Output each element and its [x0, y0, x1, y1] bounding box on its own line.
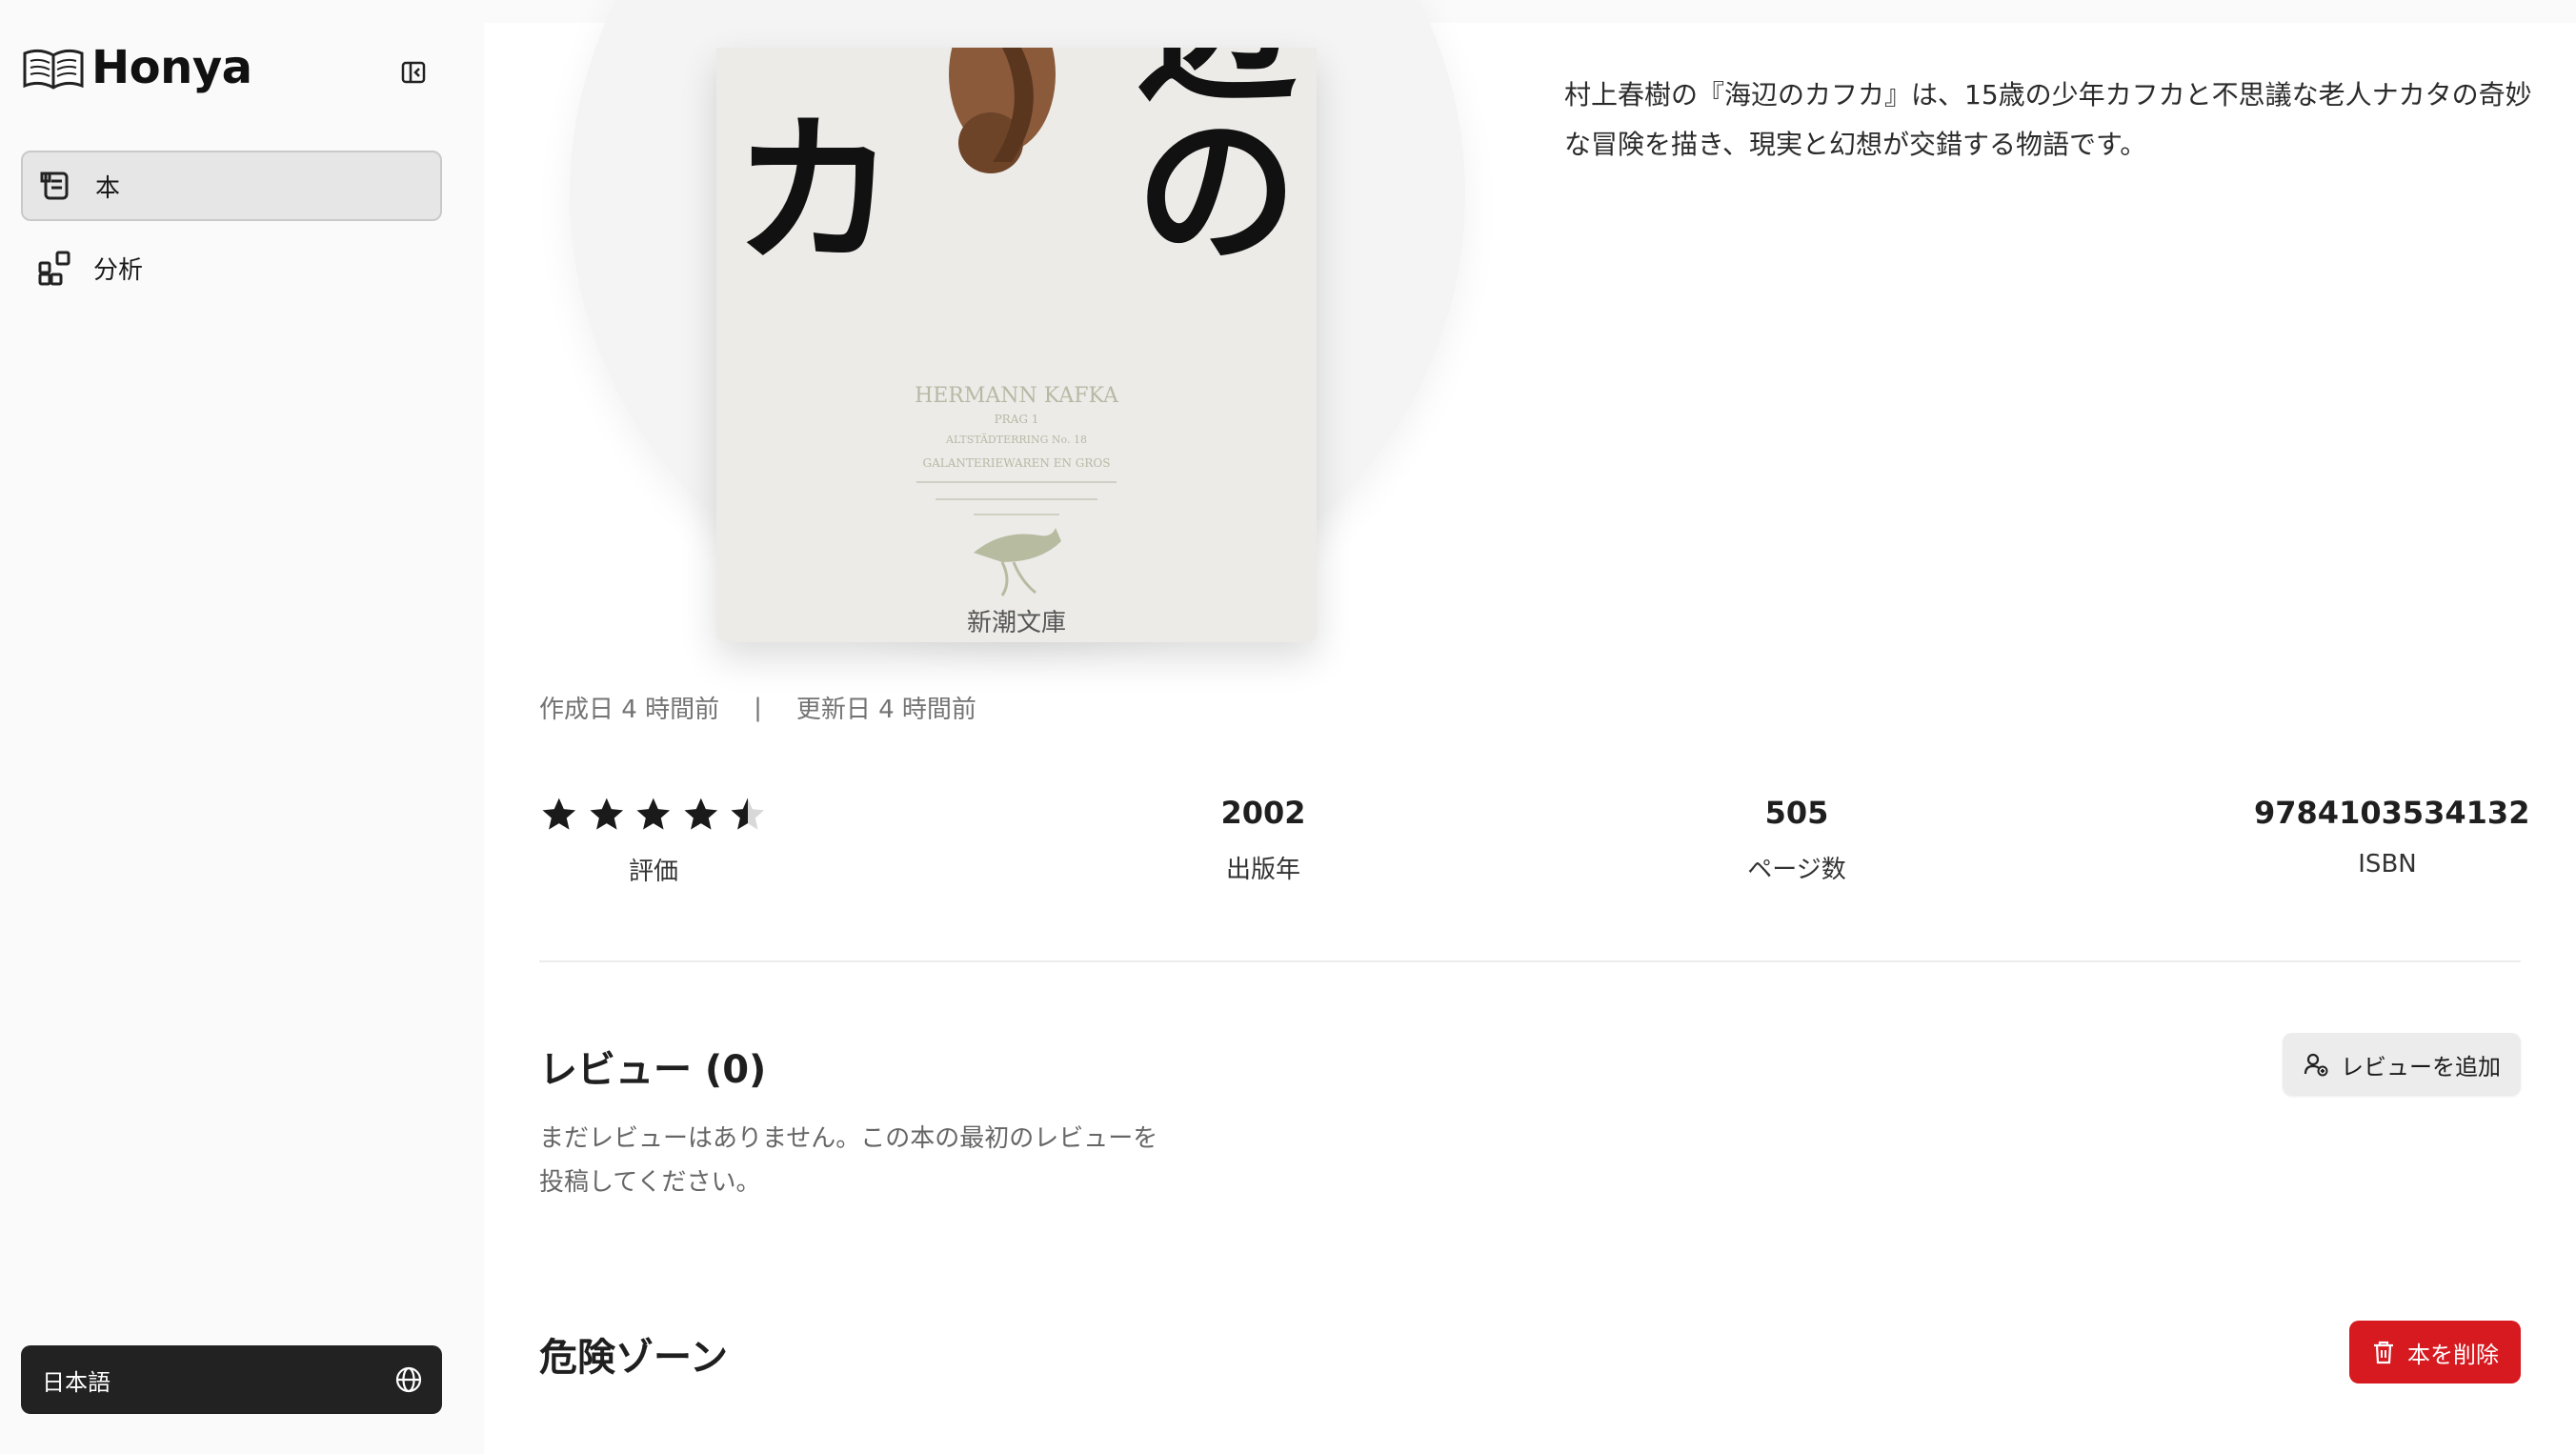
cover-title-right: の [1136, 98, 1298, 287]
globe-icon [395, 1366, 422, 1393]
book-scroll-icon [40, 172, 69, 200]
book-dates: 作成日 4 時間前 | 更新日 4 時間前 [539, 690, 976, 725]
cover-title-left: カ [734, 98, 896, 287]
book-cover-image: ン カ 辺 の HERMANN KAFKA PRAG 1 ALTSTÄDTERR… [716, 48, 1317, 642]
star-rating [539, 795, 768, 835]
date-separator: | [754, 693, 762, 722]
sidebar-item-analytics[interactable]: 分析 [21, 232, 442, 303]
collapse-sidebar-button[interactable] [394, 53, 433, 91]
delete-book-button[interactable]: 本を削除 [2349, 1321, 2521, 1383]
pages-label: ページ数 [1747, 856, 1846, 884]
updated-date: 更新日 4 時間前 [795, 696, 976, 724]
created-date: 作成日 4 時間前 [539, 696, 720, 724]
star-filled-icon [590, 798, 623, 830]
isbn-stat: 9784103534132 ISBN [2254, 795, 2530, 878]
isbn-value: 9784103534132 [2254, 795, 2530, 831]
user-plus-icon [2304, 1053, 2328, 1077]
language-switcher-button[interactable]: 日本語 [21, 1345, 442, 1414]
book-stats: 評価 2002 出版年 505 ページ数 9784103534132 ISBN [539, 795, 2530, 919]
star-filled-icon [684, 798, 717, 830]
divider [539, 960, 2521, 962]
sidebar: Honya 本 分析 日本語 [0, 0, 484, 1454]
star-filled-icon [542, 798, 576, 830]
cover-sign-line: PRAG 1 [995, 413, 1039, 426]
delete-book-label: 本を削除 [2407, 1341, 2499, 1368]
pages-stat: 505 ページ数 [1711, 795, 1882, 885]
cover-illustration: ン カ 辺 の HERMANN KAFKA PRAG 1 ALTSTÄDTERR… [716, 48, 1317, 642]
cover-sign-line: ALTSTÄDTERRING No. 18 [945, 433, 1087, 446]
cover-sign-line: HERMANN KAFKA [915, 384, 1119, 408]
cover-sign-line: GALANTERIEWAREN EN GROS [923, 456, 1111, 470]
analytics-blocks-icon [38, 251, 70, 286]
open-book-logo-icon [23, 49, 84, 90]
language-label: 日本語 [42, 1368, 111, 1396]
rating-label: 評価 [628, 858, 678, 886]
main-content: ン カ 辺 の HERMANN KAFKA PRAG 1 ALTSTÄDTERR… [484, 0, 2576, 1454]
danger-zone-title: 危険ゾーン [539, 1336, 728, 1380]
sidebar-nav: 本 分析 [21, 151, 442, 314]
add-review-label: レビューを追加 [2341, 1053, 2501, 1080]
trash-icon [2374, 1341, 2393, 1364]
sidebar-item-books[interactable]: 本 [21, 151, 442, 221]
sidebar-item-label: 本 [95, 173, 121, 203]
year-value: 2002 [1220, 795, 1306, 831]
year-label: 出版年 [1225, 856, 1300, 884]
cover-title-left: ン [735, 48, 897, 77]
brand-name: Honya [91, 41, 252, 94]
year-stat: 2002 出版年 [1187, 795, 1339, 885]
pages-value: 505 [1764, 795, 1829, 831]
isbn-label: ISBN [2358, 850, 2417, 878]
brand[interactable]: Honya [21, 40, 252, 95]
add-review-button[interactable]: レビューを追加 [2283, 1033, 2521, 1096]
sidebar-item-label: 分析 [93, 255, 144, 285]
sidebar-collapse-icon [401, 61, 426, 84]
star-filled-icon [636, 798, 671, 830]
book-description: 村上春樹の『海辺のカフカ』は、15歳の少年カフカと不思議な老人ナカタの奇妙な冒険… [1564, 79, 2532, 160]
reviews-title: レビュー (0) [539, 1048, 767, 1092]
star-half-icon [731, 798, 765, 830]
rating-stat: 評価 [539, 795, 768, 887]
reviews-empty-text: まだレビューはありません。この本の最初のレビューを投稿してください。 [539, 1124, 1158, 1197]
cover-publisher: 新潮文庫 [967, 609, 1066, 637]
